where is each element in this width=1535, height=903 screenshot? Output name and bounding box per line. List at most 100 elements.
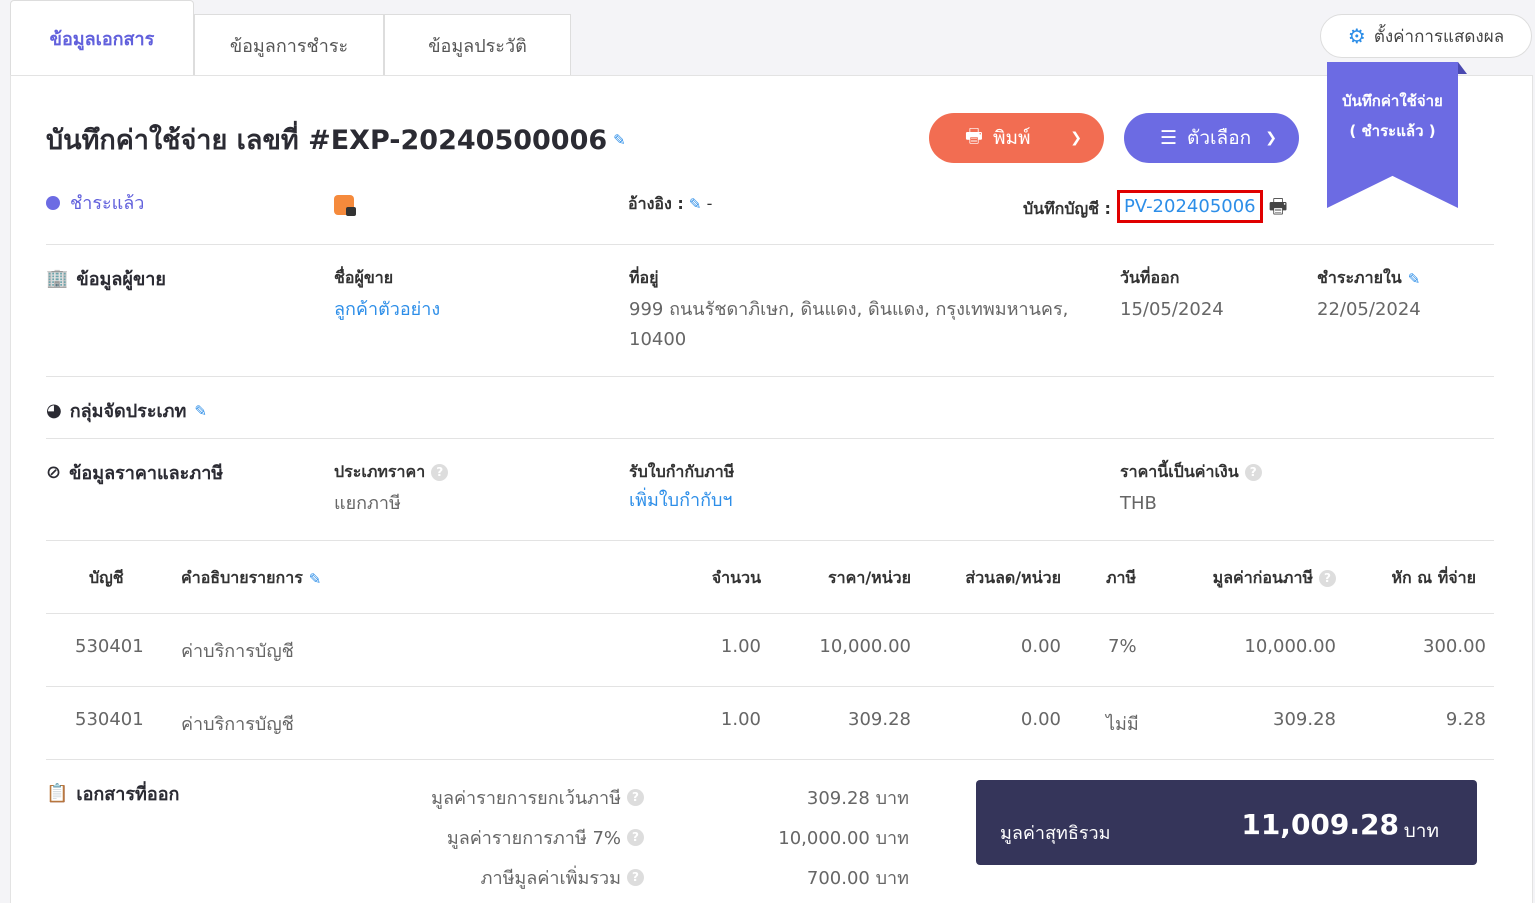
printer-icon: 🖶: [965, 125, 983, 147]
cell-pretax: 309.28: [1273, 709, 1336, 730]
ribbon-fold: [1458, 62, 1467, 74]
currency-label-group: ราคานี้เป็นค่าเงิน ?: [1120, 460, 1262, 485]
issue-date-label: วันที่ออก: [1120, 268, 1180, 287]
chevron-down-icon: ❯: [1265, 130, 1277, 146]
pie-chart-icon: ◕: [46, 400, 62, 421]
cell-tax: 7%: [1108, 636, 1137, 657]
account-record: บันทึกบัญชี : PV-202405006 🖶: [1023, 189, 1288, 226]
status-text: ชำระแล้ว: [70, 193, 145, 214]
reference-field: อ้างอิง : ✎ -: [628, 192, 712, 217]
vendor-section-title: 🏢 ข้อมูลผู้ขาย: [46, 264, 166, 293]
edit-pencil-icon[interactable]: ✎: [309, 570, 322, 588]
cell-description: ค่าบริการบัญชี: [181, 714, 294, 735]
price-type-value: แยกภาษี: [334, 493, 401, 514]
category-section-title: ◕ กลุ่มจัดประเภท ✎: [46, 396, 207, 425]
help-icon[interactable]: ?: [1319, 570, 1336, 587]
col-withholding: หัก ณ ที่จ่าย: [1391, 568, 1477, 587]
printer-icon[interactable]: 🖶: [1269, 192, 1288, 226]
cell-unit-price: 10,000.00: [819, 636, 911, 657]
cell-account: 530401: [75, 636, 144, 657]
account-record-link[interactable]: PV-202405006: [1116, 189, 1263, 223]
cell-quantity: 1.00: [720, 709, 761, 730]
address-value: 999 ถนนรัชดาภิเษก, ดินแดง, ดินแดง, กรุงเ…: [629, 299, 1069, 350]
summary-vat-value: 700.00 บาท: [806, 868, 909, 889]
col-quantity: จำนวน: [711, 568, 761, 587]
divider: [46, 686, 1494, 687]
col-pretax: มูลค่าก่อนภาษี: [1212, 568, 1313, 587]
help-icon[interactable]: ?: [627, 829, 644, 846]
issued-docs-section-label: เอกสารที่ออก: [76, 784, 180, 805]
net-total-label: มูลค่าสุทธิรวม: [1000, 823, 1111, 844]
cell-quantity: 1.00: [720, 636, 761, 657]
building-icon: 🏢: [46, 268, 69, 289]
summary-taxable-value: 10,000.00 บาท: [778, 828, 909, 849]
help-icon[interactable]: ?: [627, 869, 644, 886]
issue-date-value: 15/05/2024: [1120, 299, 1224, 320]
options-button[interactable]: ☰ ตัวเลือก ❯: [1124, 113, 1299, 163]
help-icon[interactable]: ?: [627, 789, 644, 806]
price-type-label-group: ประเภทราคา ?: [334, 460, 449, 485]
add-tax-invoice-link[interactable]: เพิ่มใบกำกับฯ: [629, 486, 733, 516]
cell-unit-price: 309.28: [848, 709, 911, 730]
price-tax-section-label: ข้อมูลราคาและภาษี: [69, 463, 224, 484]
summary-exempt-label: มูลค่ารายการยกเว้นภาษี: [431, 788, 621, 809]
lock-icon[interactable]: [334, 195, 356, 216]
display-settings-button[interactable]: ⚙ ตั้งค่าการแสดงผล: [1320, 14, 1532, 58]
divider: [46, 438, 1494, 439]
divider: [46, 759, 1494, 760]
tab-history-info[interactable]: ข้อมูลประวัติ: [384, 14, 571, 76]
cell-pretax: 10,000.00: [1244, 636, 1336, 657]
cell-account: 530401: [75, 709, 144, 730]
summary-taxable-label-group: มูลค่ารายการภาษี 7% ?: [344, 823, 644, 852]
cell-discount: 0.00: [1020, 636, 1061, 657]
tab-payment-info[interactable]: ข้อมูลการชำระ: [194, 14, 384, 76]
cell-description: ค่าบริการบัญชี: [181, 641, 294, 662]
net-total-unit: บาท: [1403, 820, 1439, 842]
chevron-down-icon: ❯: [1070, 130, 1082, 146]
divider: [46, 244, 1494, 245]
status-dot-icon: [46, 195, 60, 210]
divider: [46, 376, 1494, 377]
address-label: ที่อยู่: [629, 268, 659, 287]
net-total-box: มูลค่าสุทธิรวม 11,009.28 บาท: [976, 780, 1477, 865]
category-section-label: กลุ่มจัดประเภท: [69, 401, 187, 422]
tab-document-info[interactable]: ข้อมูลเอกสาร: [10, 0, 194, 76]
col-account: บัญชี: [89, 568, 124, 587]
account-record-label: บันทึกบัญชี :: [1023, 198, 1111, 218]
net-total-amount: 11,009.28: [1241, 808, 1399, 841]
edit-pencil-icon[interactable]: ✎: [689, 195, 702, 213]
col-discount: ส่วนลด/หน่วย: [965, 568, 1061, 587]
tax-invoice-label: รับใบกำกับภาษี: [629, 462, 735, 481]
edit-pencil-icon[interactable]: ✎: [613, 131, 626, 149]
print-button[interactable]: 🖶 พิมพ์ ❯: [929, 113, 1104, 163]
summary-exempt-value: 309.28 บาท: [806, 788, 909, 809]
due-date-label-group: ชำระภายใน ✎: [1317, 266, 1420, 291]
help-icon[interactable]: ?: [1244, 464, 1262, 481]
col-description: คำอธิบายรายการ: [181, 568, 303, 587]
page-title-text: บันทึกค่าใช้จ่าย เลขที่ #EXP-20240500006: [46, 125, 608, 156]
col-description-group: คำอธิบายรายการ ✎: [181, 566, 321, 591]
vendor-name-link[interactable]: ลูกค้าตัวอย่าง: [334, 295, 440, 325]
edit-pencil-icon[interactable]: ✎: [1408, 270, 1421, 288]
help-icon[interactable]: ?: [431, 464, 449, 481]
reference-value: -: [706, 194, 713, 213]
reference-label: อ้างอิง :: [628, 194, 684, 213]
cell-tax: ไม่มี: [1106, 714, 1139, 735]
vendor-section-label: ข้อมูลผู้ขาย: [76, 269, 166, 290]
due-date-label: ชำระภายใน: [1317, 268, 1402, 287]
display-settings-label: ตั้งค่าการแสดงผล: [1373, 26, 1505, 47]
price-type-label: ประเภทราคา: [334, 462, 426, 481]
status-badge: ชำระแล้ว: [46, 188, 144, 217]
summary-vat-label: ภาษีมูลค่าเพิ่มรวม: [480, 868, 621, 889]
ribbon-status: ( ชำระแล้ว ): [1349, 122, 1436, 140]
percent-badge-icon: ⊘: [46, 462, 62, 483]
options-label: ตัวเลือก: [1187, 127, 1252, 149]
issued-docs-section-title: 📋 เอกสารที่ออก: [46, 779, 179, 808]
edit-pencil-icon[interactable]: ✎: [194, 402, 207, 420]
divider: [46, 540, 1494, 541]
document-panel: [10, 75, 1533, 903]
col-unit-price: ราคา/หน่วย: [828, 568, 911, 587]
page-title: บันทึกค่าใช้จ่าย เลขที่ #EXP-20240500006…: [46, 118, 626, 161]
cell-withholding: 9.28: [1445, 709, 1486, 730]
price-tax-section-title: ⊘ ข้อมูลราคาและภาษี: [46, 458, 223, 487]
